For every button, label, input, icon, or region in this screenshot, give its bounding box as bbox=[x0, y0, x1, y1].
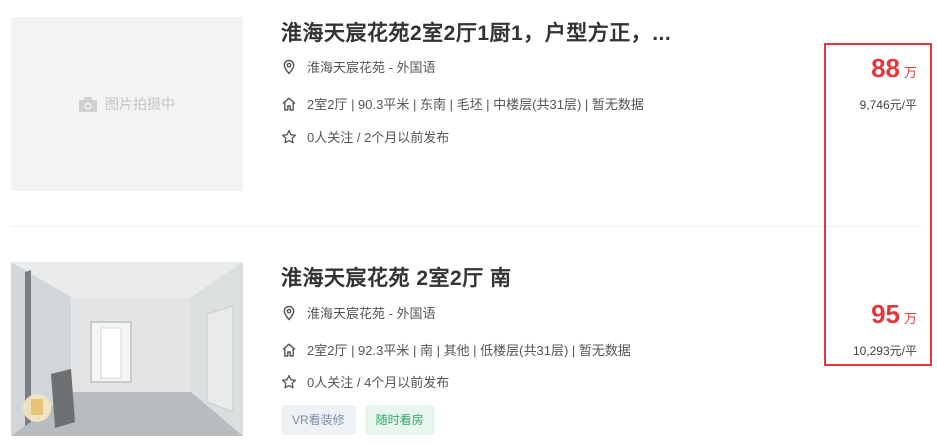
total-price-unit: 万 bbox=[903, 311, 917, 326]
image-placeholder: 图片拍摄中 bbox=[79, 94, 175, 114]
price-block: 95 万 10,293元/平 bbox=[853, 299, 917, 359]
unit-price: 9,746元/平 bbox=[859, 98, 917, 112]
unit-price: 10,293元/平 bbox=[852, 344, 917, 358]
total-price-value: 95 bbox=[871, 299, 900, 329]
house-icon bbox=[282, 343, 296, 357]
star-icon bbox=[281, 129, 297, 143]
room-photo bbox=[11, 262, 243, 436]
total-price: 88 万 bbox=[860, 53, 917, 88]
house-info-row: 2室2厅 | 92.3平米 | 南 | 其他 | 低楼层(共31层) | 暂无数… bbox=[281, 340, 631, 359]
house-info-text: 2室2厅 | 92.3平米 | 南 | 其他 | 低楼层(共31层) | 暂无数… bbox=[307, 343, 631, 358]
house-icon bbox=[282, 97, 296, 111]
placeholder-text: 图片拍摄中 bbox=[105, 96, 175, 112]
listing-title[interactable]: 淮海天宸花苑 2室2厅 南 bbox=[281, 262, 512, 292]
location-link[interactable]: 淮海天宸花苑 - 外国语 bbox=[307, 57, 436, 76]
camera-icon bbox=[79, 96, 97, 112]
location-row: 淮海天宸花苑 - 外国语 bbox=[281, 303, 436, 322]
listing-title[interactable]: 淮海天宸花苑2室2厅1厨1，户型方正，... bbox=[281, 17, 671, 47]
price-block: 88 万 9,746元/平 bbox=[860, 53, 917, 113]
location-pin-icon bbox=[283, 59, 295, 75]
total-price-value: 88 bbox=[871, 53, 900, 83]
location-pin-icon bbox=[283, 305, 295, 321]
follow-info-text: 0人关注 / 2个月以前发布 bbox=[307, 130, 450, 145]
listing-image-placeholder[interactable]: 图片拍摄中 bbox=[11, 17, 243, 191]
total-price: 95 万 bbox=[853, 299, 917, 334]
tag-list: VR看装修 随时看房 bbox=[281, 405, 435, 435]
location-row: 淮海天宸花苑 - 外国语 bbox=[281, 57, 436, 76]
total-price-unit: 万 bbox=[903, 65, 917, 80]
house-info-text: 2室2厅 | 90.3平米 | 东南 | 毛坯 | 中楼层(共31层) | 暂无… bbox=[307, 97, 644, 112]
follow-row: 0人关注 / 4个月以前发布 bbox=[281, 372, 449, 391]
listing-image[interactable] bbox=[11, 262, 243, 436]
listing-card[interactable]: 淮海天宸花苑 2室2厅 南 淮海天宸花苑 - 外国语 2室2厅 | 92.3平米… bbox=[0, 227, 937, 447]
tag-vr[interactable]: VR看装修 bbox=[281, 405, 356, 435]
follow-info-text: 0人关注 / 4个月以前发布 bbox=[307, 375, 450, 390]
house-info-row: 2室2厅 | 90.3平米 | 东南 | 毛坯 | 中楼层(共31层) | 暂无… bbox=[281, 94, 644, 113]
star-icon bbox=[281, 374, 297, 388]
tag-anytime[interactable]: 随时看房 bbox=[364, 405, 435, 435]
location-link[interactable]: 淮海天宸花苑 - 外国语 bbox=[307, 303, 436, 322]
follow-row: 0人关注 / 2个月以前发布 bbox=[281, 127, 449, 146]
listing-card[interactable]: 图片拍摄中 淮海天宸花苑2室2厅1厨1，户型方正，... 淮海天宸花苑 - 外国… bbox=[0, 0, 937, 226]
